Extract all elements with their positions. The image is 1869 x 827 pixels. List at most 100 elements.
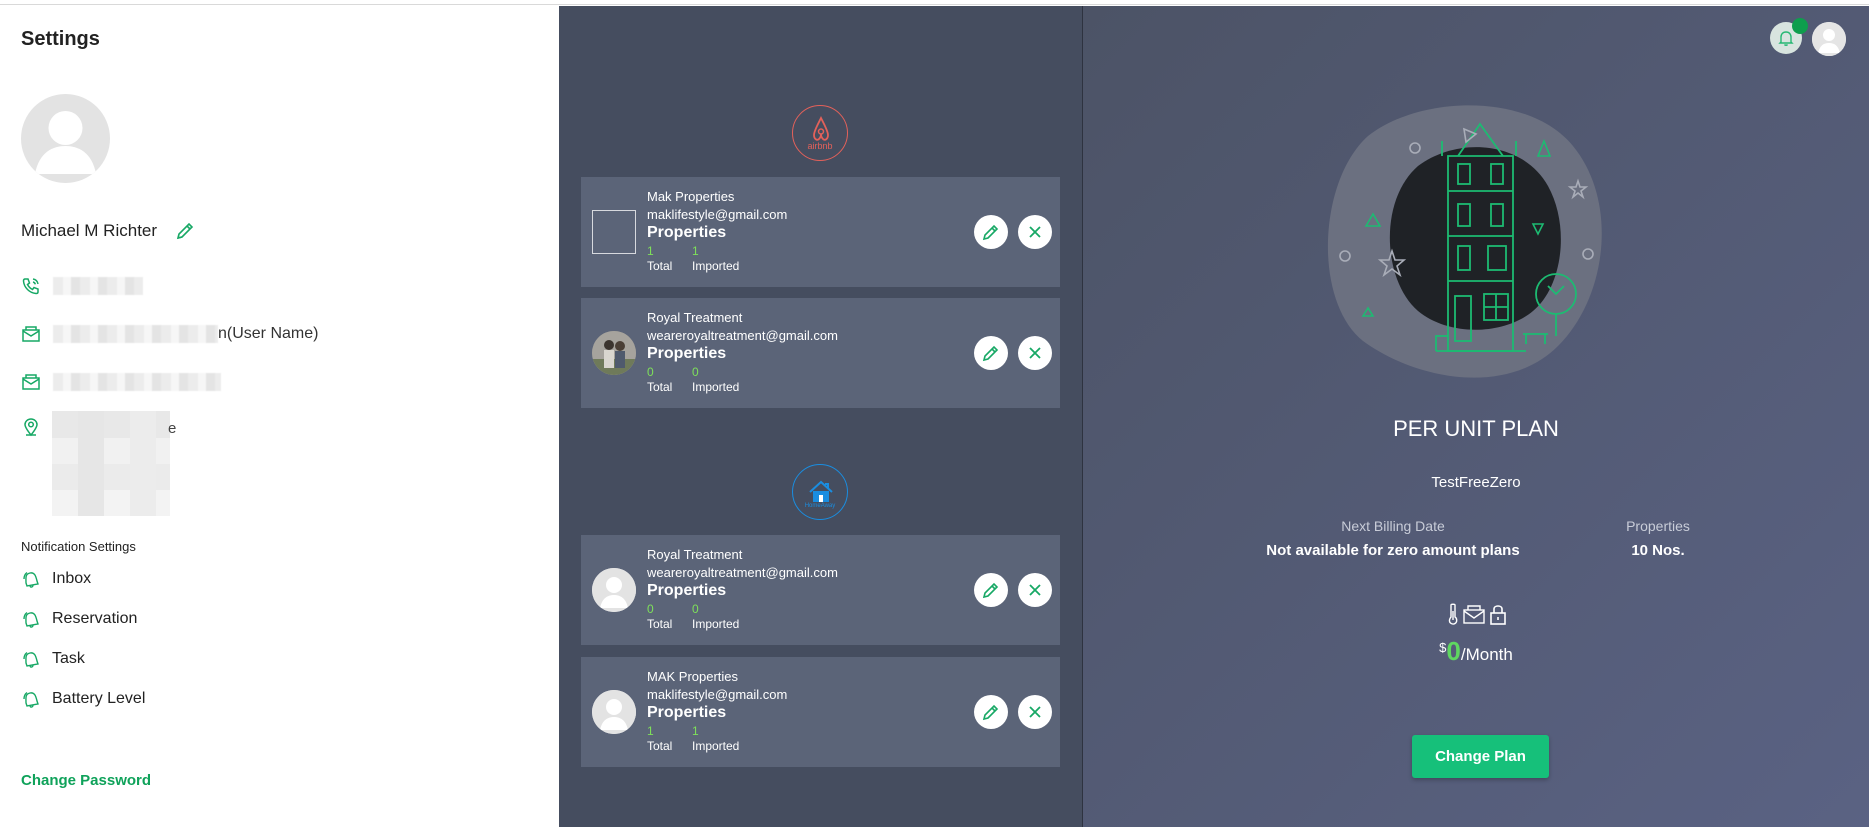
properties-label: Properties — [647, 345, 727, 362]
edit-account-button[interactable] — [974, 573, 1008, 607]
close-icon — [1029, 706, 1041, 718]
bell-icon — [23, 651, 39, 668]
account-email: weareroyaltreatment@gmail.com — [647, 328, 838, 343]
plan-name: PER UNIT PLAN — [1393, 416, 1559, 441]
account-name: Mak Properties — [647, 189, 735, 204]
remove-account-button[interactable] — [1018, 215, 1052, 249]
edit-name-pencil-icon[interactable] — [174, 220, 196, 242]
notification-label: Reservation — [52, 610, 138, 627]
account-card-homeaway-royal: Royal Treatment weareroyaltreatment@gmai… — [581, 535, 1060, 645]
total-label: Total — [647, 259, 673, 273]
properties-count-value: 10 Nos. — [1631, 542, 1685, 559]
notification-badge — [1792, 18, 1808, 34]
homeaway-logo-text: HomeAway — [804, 503, 836, 509]
envelope-icon — [22, 326, 40, 342]
imported-count: 0 — [692, 602, 699, 616]
total-count: 0 — [647, 602, 654, 616]
email-value-redacted — [53, 325, 218, 343]
imported-count: 0 — [692, 365, 699, 379]
username-email-row: n(User Name) — [21, 323, 318, 345]
notification-item-inbox[interactable]: Inbox — [21, 568, 91, 590]
airbnb-logo: airbnb — [792, 105, 848, 161]
change-password-link[interactable]: Change Password — [21, 772, 151, 789]
notification-item-battery-level[interactable]: Battery Level — [21, 688, 145, 710]
imported-count: 1 — [692, 244, 699, 258]
user-name: Michael M Richter — [21, 221, 158, 240]
next-billing-label: Next Billing Date — [1341, 518, 1445, 534]
plan-panel: PER UNIT PLAN TestFreeZero Next Billing … — [1083, 6, 1869, 827]
homeaway-house-icon — [809, 480, 833, 502]
account-name: Royal Treatment — [647, 310, 743, 325]
close-icon — [1029, 226, 1041, 238]
price-amount: 0 — [1446, 636, 1461, 666]
account-email: maklifestyle@gmail.com — [647, 207, 788, 222]
remove-account-button[interactable] — [1018, 336, 1052, 370]
account-name: MAK Properties — [647, 669, 739, 684]
bell-icon — [23, 691, 39, 708]
account-card-airbnb-mak: Mak Properties maklifestyle@gmail.com Pr… — [581, 177, 1060, 287]
change-plan-button[interactable]: Change Plan — [1412, 735, 1549, 778]
close-icon — [1029, 347, 1041, 359]
remove-account-button[interactable] — [1018, 695, 1052, 729]
address-value-redacted — [52, 411, 170, 516]
email-suffix: n(User Name) — [218, 325, 319, 342]
account-email: maklifestyle@gmail.com — [647, 687, 788, 702]
notification-item-reservation[interactable]: Reservation — [21, 608, 137, 630]
properties-label: Properties — [647, 704, 727, 721]
thermometer-icon — [1448, 603, 1458, 625]
account-image-broken — [592, 210, 636, 254]
address-row — [21, 416, 53, 438]
pencil-icon — [982, 582, 999, 599]
mail-icon — [1463, 605, 1485, 624]
total-label: Total — [647, 739, 673, 753]
secondary-email-redacted — [53, 373, 221, 391]
remove-account-button[interactable] — [1018, 573, 1052, 607]
properties-label: Properties — [647, 224, 727, 241]
pencil-icon — [982, 704, 999, 721]
account-avatar-placeholder — [592, 568, 636, 612]
plan-subtitle: TestFreeZero — [1431, 474, 1521, 491]
edit-account-button[interactable] — [974, 336, 1008, 370]
imported-label: Imported — [692, 617, 740, 631]
notification-item-task[interactable]: Task — [21, 648, 85, 670]
edit-account-button[interactable] — [974, 215, 1008, 249]
plan-price: $0/Month — [1083, 636, 1869, 667]
bell-icon — [1778, 31, 1794, 46]
map-pin-icon — [24, 418, 38, 437]
window-top-border — [0, 0, 1869, 5]
imported-count: 1 — [692, 724, 699, 738]
price-period: /Month — [1460, 645, 1513, 664]
account-card-airbnb-royal: Royal Treatment weareroyaltreatment@gmai… — [581, 298, 1060, 408]
homeaway-logo: HomeAway — [792, 464, 848, 520]
notification-label: Task — [52, 650, 85, 667]
imported-label: Imported — [692, 739, 740, 753]
plan-feature-icons — [1446, 602, 1508, 626]
user-avatar-button[interactable] — [1812, 22, 1846, 56]
settings-panel: Settings Michael M Richter n(User Name) — [0, 6, 559, 827]
account-card-homeaway-mak: MAK Properties maklifestyle@gmail.com Pr… — [581, 657, 1060, 767]
airbnb-logo-text: airbnb — [807, 141, 833, 151]
close-icon — [1029, 584, 1041, 596]
properties-label: Properties — [647, 582, 727, 599]
total-count: 1 — [647, 724, 654, 738]
page-title: Settings — [21, 28, 100, 50]
account-photo — [592, 331, 636, 375]
address-suffix: e — [168, 420, 177, 437]
total-label: Total — [647, 380, 673, 394]
bell-icon — [23, 611, 39, 628]
price-currency: $ — [1439, 640, 1447, 655]
total-label: Total — [647, 617, 673, 631]
pencil-icon — [982, 345, 999, 362]
secondary-email-row — [21, 371, 221, 393]
phone-icon — [22, 278, 39, 295]
envelope-icon — [22, 374, 40, 390]
properties-count-label: Properties — [1626, 518, 1690, 534]
account-name: Royal Treatment — [647, 547, 743, 562]
pencil-icon — [982, 224, 999, 241]
notification-label: Battery Level — [52, 690, 146, 707]
edit-account-button[interactable] — [974, 695, 1008, 729]
phone-value-redacted — [53, 277, 143, 295]
imported-label: Imported — [692, 380, 740, 394]
house-illustration — [1327, 105, 1602, 378]
total-count: 0 — [647, 365, 654, 379]
